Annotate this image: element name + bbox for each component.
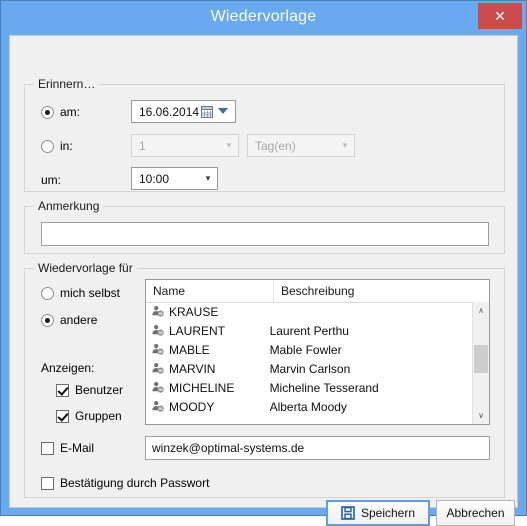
user-icon bbox=[151, 324, 164, 337]
table-row[interactable]: KRAUSE bbox=[146, 302, 472, 321]
chevron-down-icon: ▾ bbox=[226, 140, 232, 150]
email-input[interactable] bbox=[145, 436, 490, 460]
date-field[interactable]: 16.06.2014 bbox=[131, 100, 236, 123]
date-field-value: 16.06.2014 bbox=[139, 104, 200, 119]
row-description-cell: Micheline Tesserand bbox=[269, 380, 379, 395]
checkbox-show-groups-label: Gruppen bbox=[75, 409, 122, 423]
note-input[interactable] bbox=[41, 222, 489, 246]
table-row[interactable]: MABLE Mable Fowler bbox=[146, 340, 472, 359]
checkbox-show-users[interactable]: Benutzer bbox=[56, 383, 123, 397]
checkbox-password-confirm[interactable]: Bestätigung durch Passwort bbox=[41, 476, 209, 490]
checkbox-show-groups-indicator bbox=[56, 409, 69, 423]
remind-group-title: Erinnern… bbox=[34, 77, 100, 91]
row-name-cell: KRAUSE bbox=[146, 305, 270, 319]
checkbox-password-confirm-indicator bbox=[41, 476, 54, 490]
row-name-text: MARVIN bbox=[169, 361, 216, 376]
user-icon bbox=[151, 400, 164, 413]
radio-on-date-label: am: bbox=[60, 105, 81, 119]
recipients-list-scrollbar[interactable]: ∧ ∨ bbox=[472, 302, 489, 424]
time-label: um: bbox=[41, 173, 62, 187]
recipients-list-header: Name Beschreibung bbox=[146, 280, 489, 303]
user-icon bbox=[151, 362, 164, 375]
title-bar: Wiedervorlage ✕ bbox=[1, 1, 526, 35]
radio-target-other[interactable]: andere bbox=[41, 313, 97, 327]
save-button-label: Speichern bbox=[360, 506, 416, 520]
checkbox-email[interactable]: E-Mail bbox=[41, 441, 94, 455]
row-name-cell: LAURENT bbox=[146, 324, 270, 338]
target-group-title: Wiedervorlage für bbox=[34, 261, 137, 275]
checkbox-show-users-label: Benutzer bbox=[75, 383, 124, 397]
scroll-down-icon[interactable]: ∨ bbox=[473, 407, 489, 424]
row-name-text: LAURENT bbox=[169, 323, 226, 338]
radio-target-other-indicator bbox=[41, 313, 54, 327]
table-row[interactable]: LAURENT Laurent Perthu bbox=[146, 321, 472, 340]
radio-target-self-label: mich selbst bbox=[60, 286, 121, 300]
scrollbar-thumb[interactable] bbox=[474, 345, 488, 373]
time-combo[interactable]: 10:00 ▾ bbox=[131, 167, 218, 190]
radio-target-other-label: andere bbox=[60, 313, 98, 327]
row-name-text: MOODY bbox=[169, 399, 215, 414]
user-icon bbox=[151, 305, 164, 318]
row-description-cell: Alberta Moody bbox=[269, 399, 347, 414]
radio-target-self-indicator bbox=[41, 286, 54, 300]
row-name-cell: MARVIN bbox=[146, 362, 270, 376]
time-combo-value: 10:00 bbox=[139, 171, 170, 186]
remind-in-unit-value: Tag(en) bbox=[255, 138, 296, 153]
row-name-cell: MABLE bbox=[146, 343, 270, 357]
radio-remind-in[interactable]: in: bbox=[41, 139, 73, 153]
calendar-icon[interactable] bbox=[200, 105, 214, 119]
checkbox-password-confirm-label: Bestätigung durch Passwort bbox=[60, 476, 210, 490]
user-icon bbox=[151, 343, 164, 356]
user-icon bbox=[151, 381, 164, 394]
show-label: Anzeigen: bbox=[41, 361, 95, 375]
radio-in-indicator bbox=[41, 139, 54, 153]
recipients-list[interactable]: Name Beschreibung KRAUSE LAURENT Laurent P… bbox=[145, 279, 490, 425]
remind-in-amount-value: 1 bbox=[139, 138, 146, 153]
remind-in-unit-combo[interactable]: Tag(en) ▾ bbox=[247, 134, 355, 157]
column-header-name[interactable]: Name bbox=[146, 280, 274, 302]
row-description-cell: Marvin Carlson bbox=[269, 361, 351, 376]
cancel-button-label: Abbrechen bbox=[446, 506, 505, 520]
row-description-cell: Mable Fowler bbox=[269, 342, 342, 357]
save-button[interactable]: Speichern bbox=[326, 500, 430, 526]
row-name-text: MABLE bbox=[169, 342, 210, 357]
radio-on-date-indicator bbox=[41, 105, 54, 119]
row-name-text: MICHELINE bbox=[169, 380, 235, 395]
note-group-title: Anmerkung bbox=[34, 199, 104, 213]
date-dropdown-chevron-down-icon[interactable] bbox=[216, 107, 230, 116]
radio-remind-on-date[interactable]: am: bbox=[41, 105, 80, 119]
radio-in-label: in: bbox=[60, 139, 73, 153]
table-row[interactable]: MOODY Alberta Moody bbox=[146, 397, 472, 416]
radio-target-self[interactable]: mich selbst bbox=[41, 286, 120, 300]
table-row[interactable]: MARVIN Marvin Carlson bbox=[146, 359, 472, 378]
window-title: Wiedervorlage bbox=[210, 8, 317, 25]
remind-in-amount-combo[interactable]: 1 ▾ bbox=[131, 134, 239, 157]
row-description-cell: Laurent Perthu bbox=[269, 323, 349, 338]
checkbox-email-indicator bbox=[41, 441, 54, 455]
column-header-description[interactable]: Beschreibung bbox=[274, 280, 474, 302]
wiedervorlage-dialog-window: Wiedervorlage ✕ Erinnern… am: 16.06.2014 bbox=[0, 0, 527, 526]
checkbox-show-users-indicator bbox=[56, 383, 69, 397]
row-name-cell: MOODY bbox=[146, 400, 270, 414]
table-row[interactable]: MICHELINE Micheline Tesserand bbox=[146, 378, 472, 397]
checkbox-show-groups[interactable]: Gruppen bbox=[56, 409, 122, 423]
chevron-down-icon: ▾ bbox=[205, 173, 211, 183]
recipients-list-body: KRAUSE LAURENT Laurent Perthu MABLE Mable Fo… bbox=[146, 302, 472, 424]
scroll-up-icon[interactable]: ∧ bbox=[473, 302, 489, 319]
row-name-cell: MICHELINE bbox=[146, 381, 270, 395]
chevron-down-icon: ▾ bbox=[342, 140, 348, 150]
save-floppy-icon bbox=[341, 506, 355, 520]
row-name-text: KRAUSE bbox=[169, 304, 219, 319]
checkbox-email-label: E-Mail bbox=[60, 441, 95, 455]
cancel-button[interactable]: Abbrechen bbox=[436, 500, 515, 526]
dialog-client-area: Erinnern… am: 16.06.2014 in: 1 ▾ Tag(en)… bbox=[9, 35, 518, 526]
close-icon[interactable]: ✕ bbox=[478, 3, 522, 29]
